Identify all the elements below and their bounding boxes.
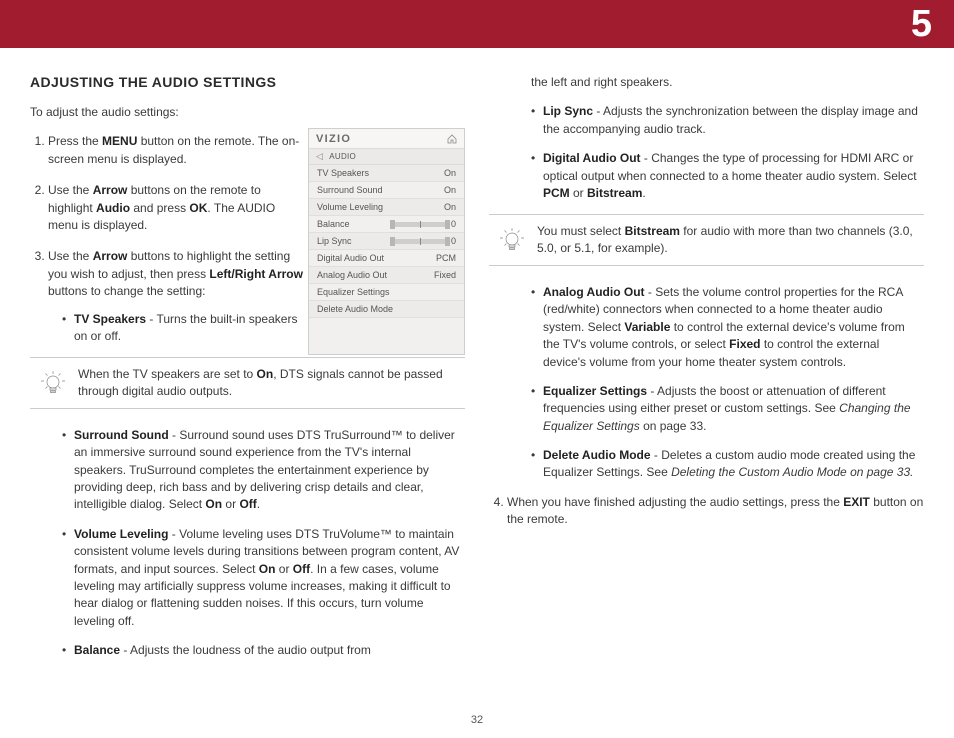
osd-row-label: Analog Audio Out	[317, 270, 387, 280]
slider-track	[395, 222, 445, 227]
bullet-digital-audio-out: Digital Audio Out - Changes the type of …	[531, 150, 924, 202]
balance-continuation: the left and right speakers.	[531, 74, 924, 91]
intro-text: To adjust the audio settings:	[30, 104, 465, 121]
note-tv-speakers: When the TV speakers are set to On, DTS …	[30, 357, 465, 409]
step-2: Use the Arrow buttons on the remote to h…	[48, 182, 306, 234]
lightbulb-icon	[499, 225, 525, 255]
back-icon: ◁	[316, 151, 323, 162]
bullet-surround-sound: Surround Sound - Surround sound uses DTS…	[62, 427, 465, 514]
right-column: the left and right speakers. Lip Sync - …	[489, 70, 924, 674]
step-1: Press the MENU button on the remote. The…	[48, 133, 306, 168]
osd-row-value: Fixed	[434, 270, 456, 280]
osd-breadcrumb: ◁ AUDIO	[309, 149, 464, 165]
osd-filler	[309, 318, 464, 354]
right-sublist-bottom: Analog Audio Out - Sets the volume contr…	[517, 284, 924, 482]
page-body: ADJUSTING THE AUDIO SETTINGS To adjust t…	[0, 48, 954, 674]
osd-row: Analog Audio Out Fixed	[309, 267, 464, 284]
osd-row-value: On	[444, 202, 456, 212]
osd-row-label: TV Speakers	[317, 168, 369, 178]
osd-row-label: Balance	[317, 219, 350, 229]
section-title: ADJUSTING THE AUDIO SETTINGS	[30, 74, 465, 90]
bullet-balance: Balance - Adjusts the loudness of the au…	[62, 642, 465, 659]
osd-row-label: Surround Sound	[317, 185, 383, 195]
note-text: You must select Bitstream for audio with…	[537, 223, 914, 257]
osd-row-value: 0	[451, 219, 456, 229]
bullet-tv-speakers: TV Speakers - Turns the built-in speaker…	[62, 311, 306, 346]
osd-rows: TV SpeakersOnSurround SoundOnVolume Leve…	[309, 165, 464, 318]
osd-row: Delete Audio Mode	[309, 301, 464, 318]
osd-row: Equalizer Settings	[309, 284, 464, 301]
page-number: 32	[0, 714, 954, 726]
osd-row-label: Delete Audio Mode	[317, 304, 393, 314]
note-bitstream: You must select Bitstream for audio with…	[489, 214, 924, 266]
bullet-delete-audio-mode: Delete Audio Mode - Deletes a custom aud…	[531, 447, 924, 482]
bullet-volume-leveling: Volume Leveling - Volume leveling uses D…	[62, 526, 465, 630]
chapter-number: 5	[911, 0, 932, 48]
osd-section-label: AUDIO	[329, 152, 356, 161]
osd-row-value: On	[444, 185, 456, 195]
osd-row: Balance 0	[309, 216, 464, 233]
step-3-sublist-cont: Surround Sound - Surround sound uses DTS…	[48, 427, 465, 660]
osd-title-bar: VIZIO	[309, 129, 464, 149]
steps-list-cont: When you have finished adjusting the aud…	[489, 494, 924, 529]
osd-row-slider: 0	[395, 236, 456, 246]
step-4: When you have finished adjusting the aud…	[507, 494, 924, 529]
chapter-banner: 5	[0, 0, 954, 48]
osd-row-value: On	[444, 168, 456, 178]
home-icon	[447, 134, 457, 144]
lightbulb-icon	[40, 368, 66, 398]
bullet-lip-sync: Lip Sync - Adjusts the synchronization b…	[531, 103, 924, 138]
osd-row: Digital Audio Out PCM	[309, 250, 464, 267]
osd-row-value: PCM	[436, 253, 456, 263]
slider-track	[395, 239, 445, 244]
note-text: When the TV speakers are set to On, DTS …	[78, 366, 455, 400]
osd-row: TV Speakers On	[309, 165, 464, 182]
bullet-equalizer-settings: Equalizer Settings - Adjusts the boost o…	[531, 383, 924, 435]
osd-row: Volume Leveling On	[309, 199, 464, 216]
osd-row-value: 0	[451, 236, 456, 246]
osd-row-label: Digital Audio Out	[317, 253, 384, 263]
osd-row: Lip Sync 0	[309, 233, 464, 250]
step-3-sublist: TV Speakers - Turns the built-in speaker…	[48, 311, 306, 346]
osd-row-label: Equalizer Settings	[317, 287, 390, 297]
right-sublist-top: Lip Sync - Adjusts the synchronization b…	[517, 103, 924, 202]
osd-row-slider: 0	[395, 219, 456, 229]
osd-menu: VIZIO ◁ AUDIO TV SpeakersOnSurround Soun…	[308, 128, 465, 355]
osd-row: Surround Sound On	[309, 182, 464, 199]
left-column: ADJUSTING THE AUDIO SETTINGS To adjust t…	[30, 70, 465, 674]
osd-brand: VIZIO	[316, 133, 351, 145]
osd-row-label: Lip Sync	[317, 236, 352, 246]
bullet-analog-audio-out: Analog Audio Out - Sets the volume contr…	[531, 284, 924, 371]
osd-row-label: Volume Leveling	[317, 202, 383, 212]
